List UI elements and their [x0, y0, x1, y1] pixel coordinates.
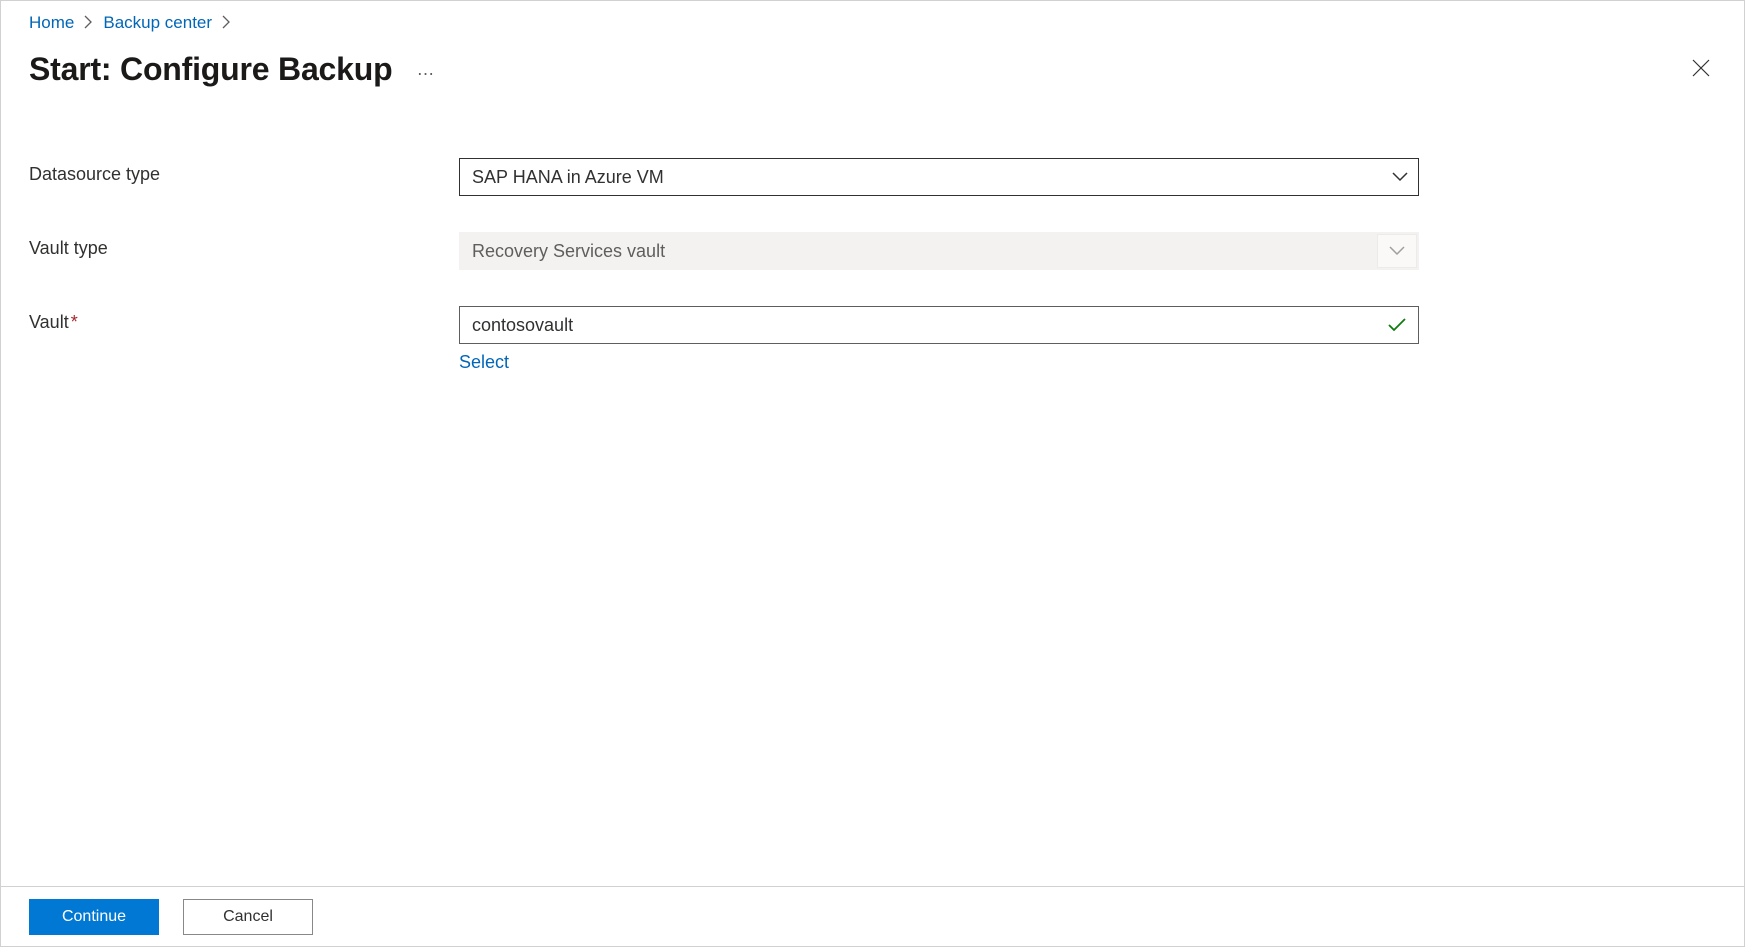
- form-row-datasource-type: Datasource type SAP HANA in Azure VM: [29, 158, 1716, 196]
- required-indicator: *: [71, 312, 78, 332]
- form-row-vault: Vault* contosovault Select: [29, 306, 1716, 373]
- close-button[interactable]: [1686, 53, 1716, 86]
- continue-button[interactable]: Continue: [29, 899, 159, 935]
- breadcrumb-link-backup-center[interactable]: Backup center: [103, 13, 212, 33]
- vault-input[interactable]: contosovault: [459, 306, 1419, 344]
- vault-type-select: Recovery Services vault: [459, 232, 1419, 270]
- chevron-right-icon: [84, 15, 93, 32]
- more-actions-button[interactable]: …: [416, 59, 435, 80]
- chevron-down-icon: [1377, 234, 1417, 268]
- chevron-down-icon: [1392, 172, 1408, 182]
- footer-bar: Continue Cancel: [1, 886, 1744, 946]
- datasource-type-select[interactable]: SAP HANA in Azure VM: [459, 158, 1419, 196]
- vault-label-text: Vault: [29, 312, 69, 332]
- page-header: Start: Configure Backup …: [29, 51, 1716, 88]
- vault-label: Vault*: [29, 306, 459, 333]
- datasource-type-value: SAP HANA in Azure VM: [472, 167, 664, 188]
- select-vault-link[interactable]: Select: [459, 352, 509, 373]
- check-icon: [1388, 318, 1406, 332]
- breadcrumb-link-home[interactable]: Home: [29, 13, 74, 33]
- chevron-right-icon: [222, 15, 231, 32]
- datasource-type-label: Datasource type: [29, 158, 459, 185]
- page-title: Start: Configure Backup: [29, 51, 392, 88]
- cancel-button[interactable]: Cancel: [183, 899, 313, 935]
- breadcrumb: Home Backup center: [29, 13, 1716, 33]
- form-row-vault-type: Vault type Recovery Services vault: [29, 232, 1716, 270]
- close-icon: [1692, 59, 1710, 80]
- vault-type-value: Recovery Services vault: [472, 241, 665, 262]
- vault-value: contosovault: [472, 315, 573, 336]
- vault-type-label: Vault type: [29, 232, 459, 259]
